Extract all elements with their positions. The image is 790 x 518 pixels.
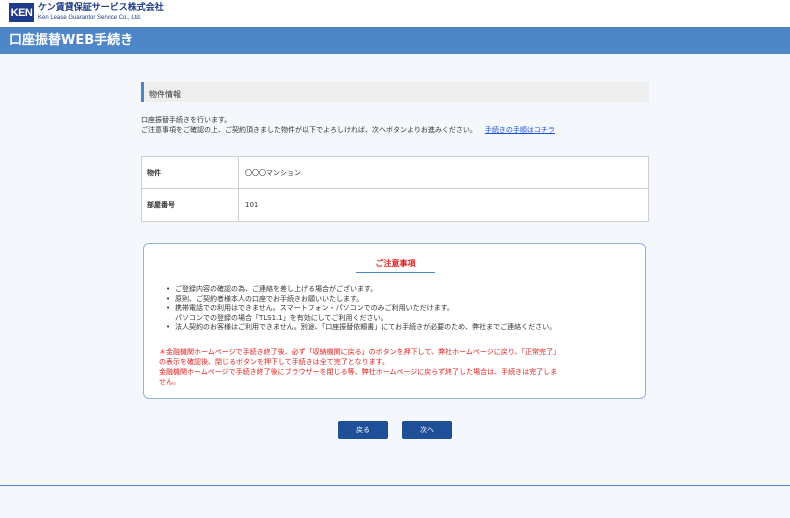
top-bar: KEN ケン賃貸保証サービス株式会社 Ken Lease Guarantor S…: [0, 0, 790, 27]
intro-text: 口座振替手続きを行います。 ご注意事項をご確認の上、ご契約頂きました物件が以下で…: [141, 115, 661, 135]
room-number-value: 101: [245, 201, 259, 209]
notice-box: ご注意事項 ご登録内容の確認の為、ご連絡を差し上げる場合がございます。 原則、ご…: [143, 243, 646, 399]
intro-line-1: 口座振替手続きを行います。: [141, 116, 232, 124]
room-number-label: 部屋番号: [142, 189, 239, 221]
company-logo[interactable]: KEN ケン賃貸保証サービス株式会社 Ken Lease Guarantor S…: [9, 3, 164, 22]
notice-item-text: 携帯電話での利用はできません。スマートフォン・パソコンでのみご利用いただけます。: [175, 304, 454, 312]
next-button[interactable]: 次へ: [402, 421, 452, 439]
logo-mark: KEN: [9, 3, 34, 22]
notice-item-subtext: パソコンでの登録の場合「TLS1.1」を有効にしてご利用ください。: [175, 313, 388, 322]
notice-list: ご登録内容の確認の為、ご連絡を差し上げる場合がございます。 原則、ご契約者様本人…: [166, 285, 636, 333]
notice-title: ご注意事項: [375, 259, 416, 268]
back-button[interactable]: 戻る: [338, 421, 388, 439]
warning-line-2: の表示を確認後、閉じるボタンを押下して手続きは全て完了となります。: [159, 358, 389, 366]
property-label: 物件: [142, 157, 239, 188]
property-info-table: 物件 〇〇〇マンション 部屋番号 101: [141, 156, 649, 222]
list-item: ご登録内容の確認の為、ご連絡を差し上げる場合がございます。: [166, 285, 636, 295]
intro-line-2-wrap: ご注意事項をご確認の上、ご契約頂きました物件が以下でよろしければ、次へボタンより…: [141, 125, 661, 135]
property-section-heading: 物件情報: [141, 82, 649, 102]
warning-line-3: 金融機関ホームページで手続き終了後にブラウザーを閉じる等、弊社ホームページに戻ら…: [159, 368, 558, 376]
list-item: 法人契約のお客様はご利用できません。別途、「口座振替依頼書」にてお手続きが必要の…: [166, 323, 636, 333]
procedure-link[interactable]: 手続きの手順はコチラ: [485, 126, 555, 134]
property-value: 〇〇〇マンション: [245, 169, 301, 177]
table-row: 物件 〇〇〇マンション: [142, 157, 648, 189]
page-title: 口座振替WEB手続き: [9, 33, 134, 48]
warning-line-4: せん。: [159, 378, 180, 386]
list-item: 携帯電話での利用はできません。スマートフォン・パソコンでのみご利用いただけます。…: [166, 304, 636, 323]
list-item: 原則、ご契約者様本人の口座でお手続きお願いいたします。: [166, 295, 636, 305]
company-name-en: Ken Lease Guarantor Service Co., Ltd.: [38, 15, 142, 21]
footer-divider: [0, 485, 790, 486]
company-name-jp: ケン賃貸保証サービス株式会社: [38, 3, 164, 13]
warning-line-1: ＊金融機関ホームページで手続き終了後、必ず「収納機関に戻る」のボタンを押下して、…: [159, 348, 560, 356]
notice-item-text: 法人契約のお客様はご利用できません。別途、「口座振替依頼書」にてお手続きが必要の…: [175, 323, 557, 331]
intro-line-2: ご注意事項をご確認の上、ご契約頂きました物件が以下でよろしければ、次へボタンより…: [141, 126, 477, 134]
section-heading-label: 物件情報: [149, 90, 181, 99]
table-row: 部屋番号 101: [142, 189, 648, 221]
notice-warning: ＊金融機関ホームページで手続き終了後、必ず「収納機関に戻る」のボタンを押下して、…: [159, 347, 637, 387]
logo-text: ケン賃貸保証サービス株式会社 Ken Lease Guarantor Servi…: [38, 3, 164, 22]
notice-item-text: ご登録内容の確認の為、ご連絡を差し上げる場合がございます。: [175, 285, 378, 293]
notice-title-underline: [356, 272, 435, 273]
notice-item-text: 原則、ご契約者様本人の口座でお手続きお願いいたします。: [175, 294, 364, 303]
title-bar: 口座振替WEB手続き: [0, 27, 790, 54]
